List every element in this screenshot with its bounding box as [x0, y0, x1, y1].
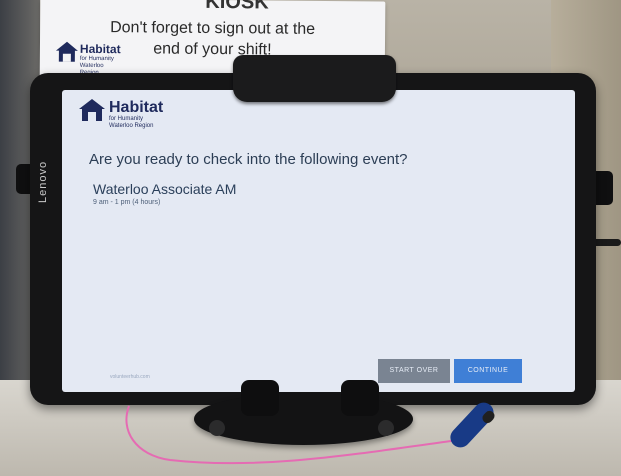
bottom-clamp-left [241, 380, 279, 416]
camera-clip [233, 55, 396, 102]
bottom-clamp-right [341, 380, 379, 416]
photo-scene: KIOSK Don't forget to sign out at the en… [0, 0, 621, 476]
